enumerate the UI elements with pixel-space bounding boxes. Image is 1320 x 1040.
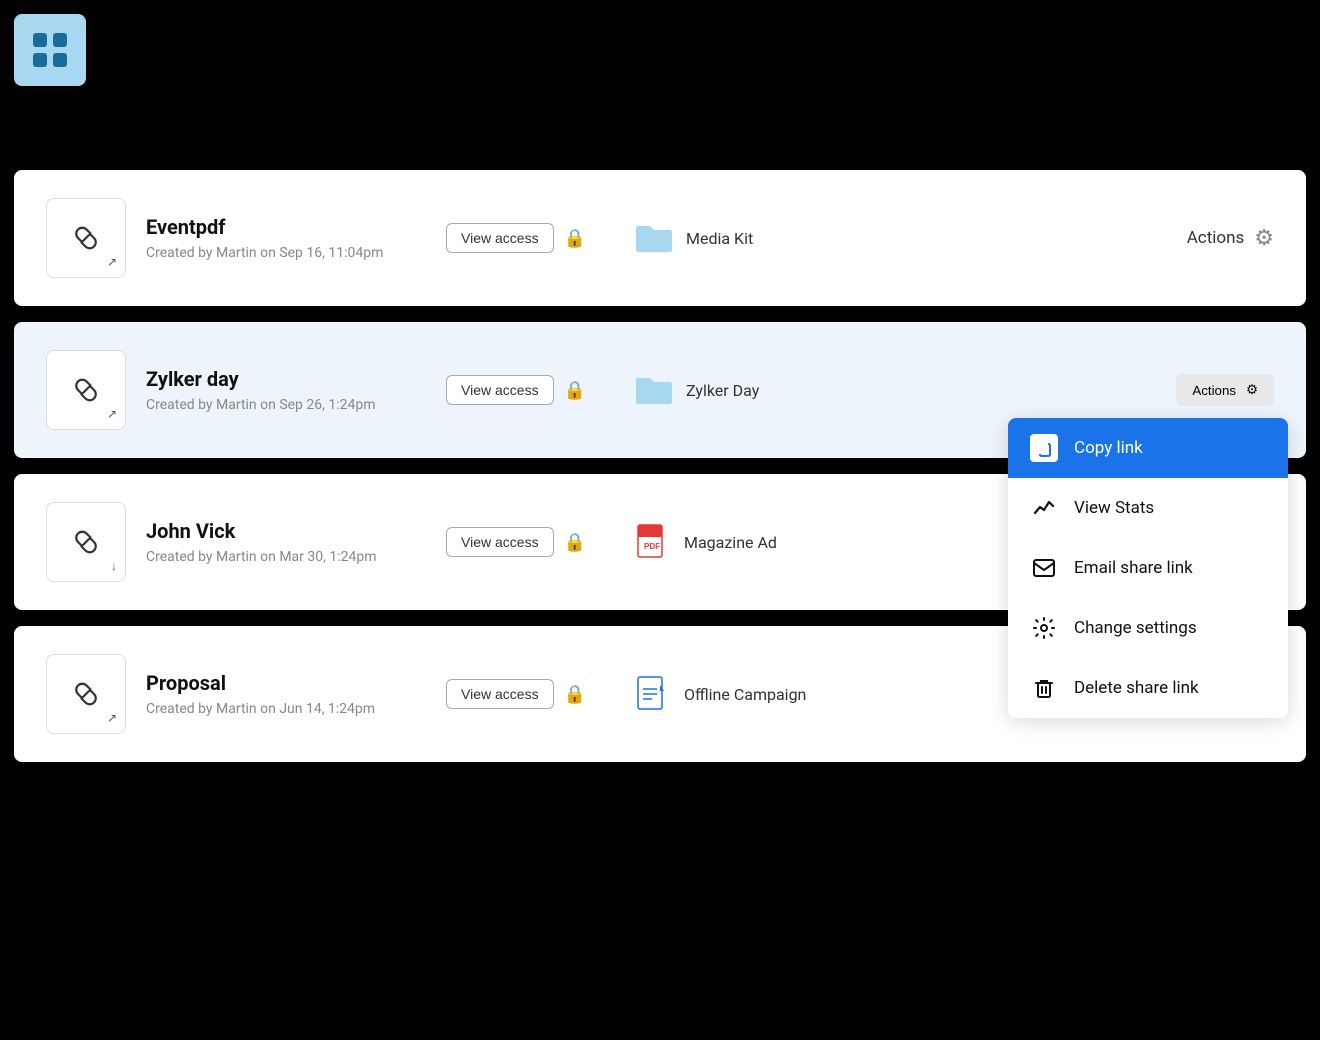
dropdown-item-view-stats[interactable]: View Stats xyxy=(1008,478,1288,538)
arrow-indicator: ↗ xyxy=(107,255,117,269)
lock-icon-eventpdf: 🔒 xyxy=(564,228,586,249)
main-content: ↗ Eventpdf Created by Martin on Sep 16, … xyxy=(14,170,1306,762)
actions-label-eventpdf: Actions xyxy=(1187,228,1245,248)
dropdown-item-change-settings[interactable]: Change settings xyxy=(1008,598,1288,658)
view-access-btn-eventpdf[interactable]: View access xyxy=(446,223,554,253)
copy-svg xyxy=(1035,439,1053,457)
email-share-icon xyxy=(1030,554,1058,582)
folder-section-eventpdf: Media Kit xyxy=(634,222,1187,254)
row-left: ↗ Eventpdf Created by Martin on Sep 16, … xyxy=(46,198,586,278)
link-icon-eventpdf: ↗ xyxy=(46,198,126,278)
link-meta-zylker: Created by Martin on Sep 26, 1:24pm xyxy=(146,397,430,413)
share-row-eventpdf: ↗ Eventpdf Created by Martin on Sep 16, … xyxy=(14,170,1306,306)
link-svg-zylker xyxy=(68,372,104,408)
settings-svg xyxy=(1032,616,1056,640)
view-stats-label: View Stats xyxy=(1074,498,1154,518)
link-name-proposal: Proposal xyxy=(146,671,430,695)
link-info-eventpdf: Eventpdf Created by Martin on Sep 16, 11… xyxy=(146,215,430,261)
link-name-johnvick: John Vick xyxy=(146,519,430,543)
row-left-zylker: ↗ Zylker day Created by Martin on Sep 26… xyxy=(46,350,586,430)
actions-label-zylker: Actions xyxy=(1192,383,1236,398)
folder-name-proposal: Offline Campaign xyxy=(684,685,806,704)
link-name-zylker: Zylker day xyxy=(146,367,430,391)
gear-icon-eventpdf[interactable]: ⚙ xyxy=(1254,226,1274,251)
view-access-btn-johnvick[interactable]: View access xyxy=(446,527,554,557)
delete-link-label: Delete share link xyxy=(1074,678,1199,698)
lock-icon-proposal: 🔒 xyxy=(564,684,586,705)
dropdown-item-delete-link[interactable]: Delete share link xyxy=(1008,658,1288,718)
link-icon-zylker: ↗ xyxy=(46,350,126,430)
link-svg xyxy=(68,220,104,256)
dot xyxy=(53,53,67,67)
dropdown-item-copy-link[interactable]: Copy link xyxy=(1008,418,1288,478)
link-info-johnvick: John Vick Created by Martin on Mar 30, 1… xyxy=(146,519,430,565)
actions-button-zylker[interactable]: Actions ⚙ xyxy=(1176,374,1274,406)
arrow-indicator-johnvick: ↓ xyxy=(111,559,117,573)
doc-icon-proposal xyxy=(634,675,672,713)
gear-icon-zylker: ⚙ xyxy=(1246,382,1258,398)
copy-link-icon xyxy=(1030,434,1058,462)
link-name-eventpdf: Eventpdf xyxy=(146,215,430,239)
link-svg-proposal xyxy=(68,676,104,712)
trash-svg xyxy=(1032,676,1056,700)
row-right-eventpdf: Media Kit Actions ⚙ xyxy=(586,222,1274,254)
row-left-proposal: ↗ Proposal Created by Martin on Jun 14, … xyxy=(46,654,586,734)
share-row-zylker: ↗ Zylker day Created by Martin on Sep 26… xyxy=(14,322,1306,458)
folder-icon-zylker xyxy=(634,374,674,406)
dot xyxy=(33,33,47,47)
email-share-label: Email share link xyxy=(1074,558,1193,578)
app-icon-dots xyxy=(25,25,75,75)
row-actions-eventpdf: Actions ⚙ xyxy=(1187,226,1274,251)
row-left-johnvick: ↓ John Vick Created by Martin on Mar 30,… xyxy=(46,502,586,582)
row-actions-zylker: Actions ⚙ xyxy=(1176,374,1274,406)
dot xyxy=(53,33,67,47)
link-meta-eventpdf: Created by Martin on Sep 16, 11:04pm xyxy=(146,245,430,261)
lock-icon-johnvick: 🔒 xyxy=(564,532,586,553)
email-svg xyxy=(1032,556,1056,580)
link-icon-proposal: ↗ xyxy=(46,654,126,734)
folder-name-eventpdf: Media Kit xyxy=(686,229,753,248)
copy-link-label: Copy link xyxy=(1074,438,1143,458)
link-icon-johnvick: ↓ xyxy=(46,502,126,582)
change-settings-icon xyxy=(1030,614,1058,642)
dropdown-menu-wrapper: Copy link View Stats xyxy=(1008,418,1288,718)
delete-link-icon xyxy=(1030,674,1058,702)
stats-svg xyxy=(1032,496,1056,520)
link-info-proposal: Proposal Created by Martin on Jun 14, 1:… xyxy=(146,671,430,717)
dropdown-item-email-share[interactable]: Email share link xyxy=(1008,538,1288,598)
view-stats-icon xyxy=(1030,494,1058,522)
arrow-indicator-proposal: ↗ xyxy=(107,711,117,725)
view-access-btn-proposal[interactable]: View access xyxy=(446,679,554,709)
row-right-zylker: Zylker Day Actions ⚙ xyxy=(586,374,1274,406)
folder-name-zylker: Zylker Day xyxy=(686,381,759,400)
lock-icon-zylker: 🔒 xyxy=(564,380,586,401)
change-settings-label: Change settings xyxy=(1074,618,1197,638)
dropdown-menu: Copy link View Stats xyxy=(1008,418,1288,718)
link-svg-johnvick xyxy=(68,524,104,560)
folder-section-zylker: Zylker Day xyxy=(634,374,1176,406)
pdf-icon-johnvick: PDF xyxy=(634,523,672,561)
app-icon xyxy=(14,14,86,86)
view-access-btn-zylker[interactable]: View access xyxy=(446,375,554,405)
dot xyxy=(33,53,47,67)
link-info-zylker: Zylker day Created by Martin on Sep 26, … xyxy=(146,367,430,413)
svg-text:PDF: PDF xyxy=(644,542,660,551)
link-meta-proposal: Created by Martin on Jun 14, 1:24pm xyxy=(146,701,430,717)
folder-icon-eventpdf xyxy=(634,222,674,254)
arrow-indicator-zylker: ↗ xyxy=(107,407,117,421)
folder-name-johnvick: Magazine Ad xyxy=(684,533,777,552)
link-meta-johnvick: Created by Martin on Mar 30, 1:24pm xyxy=(146,549,430,565)
